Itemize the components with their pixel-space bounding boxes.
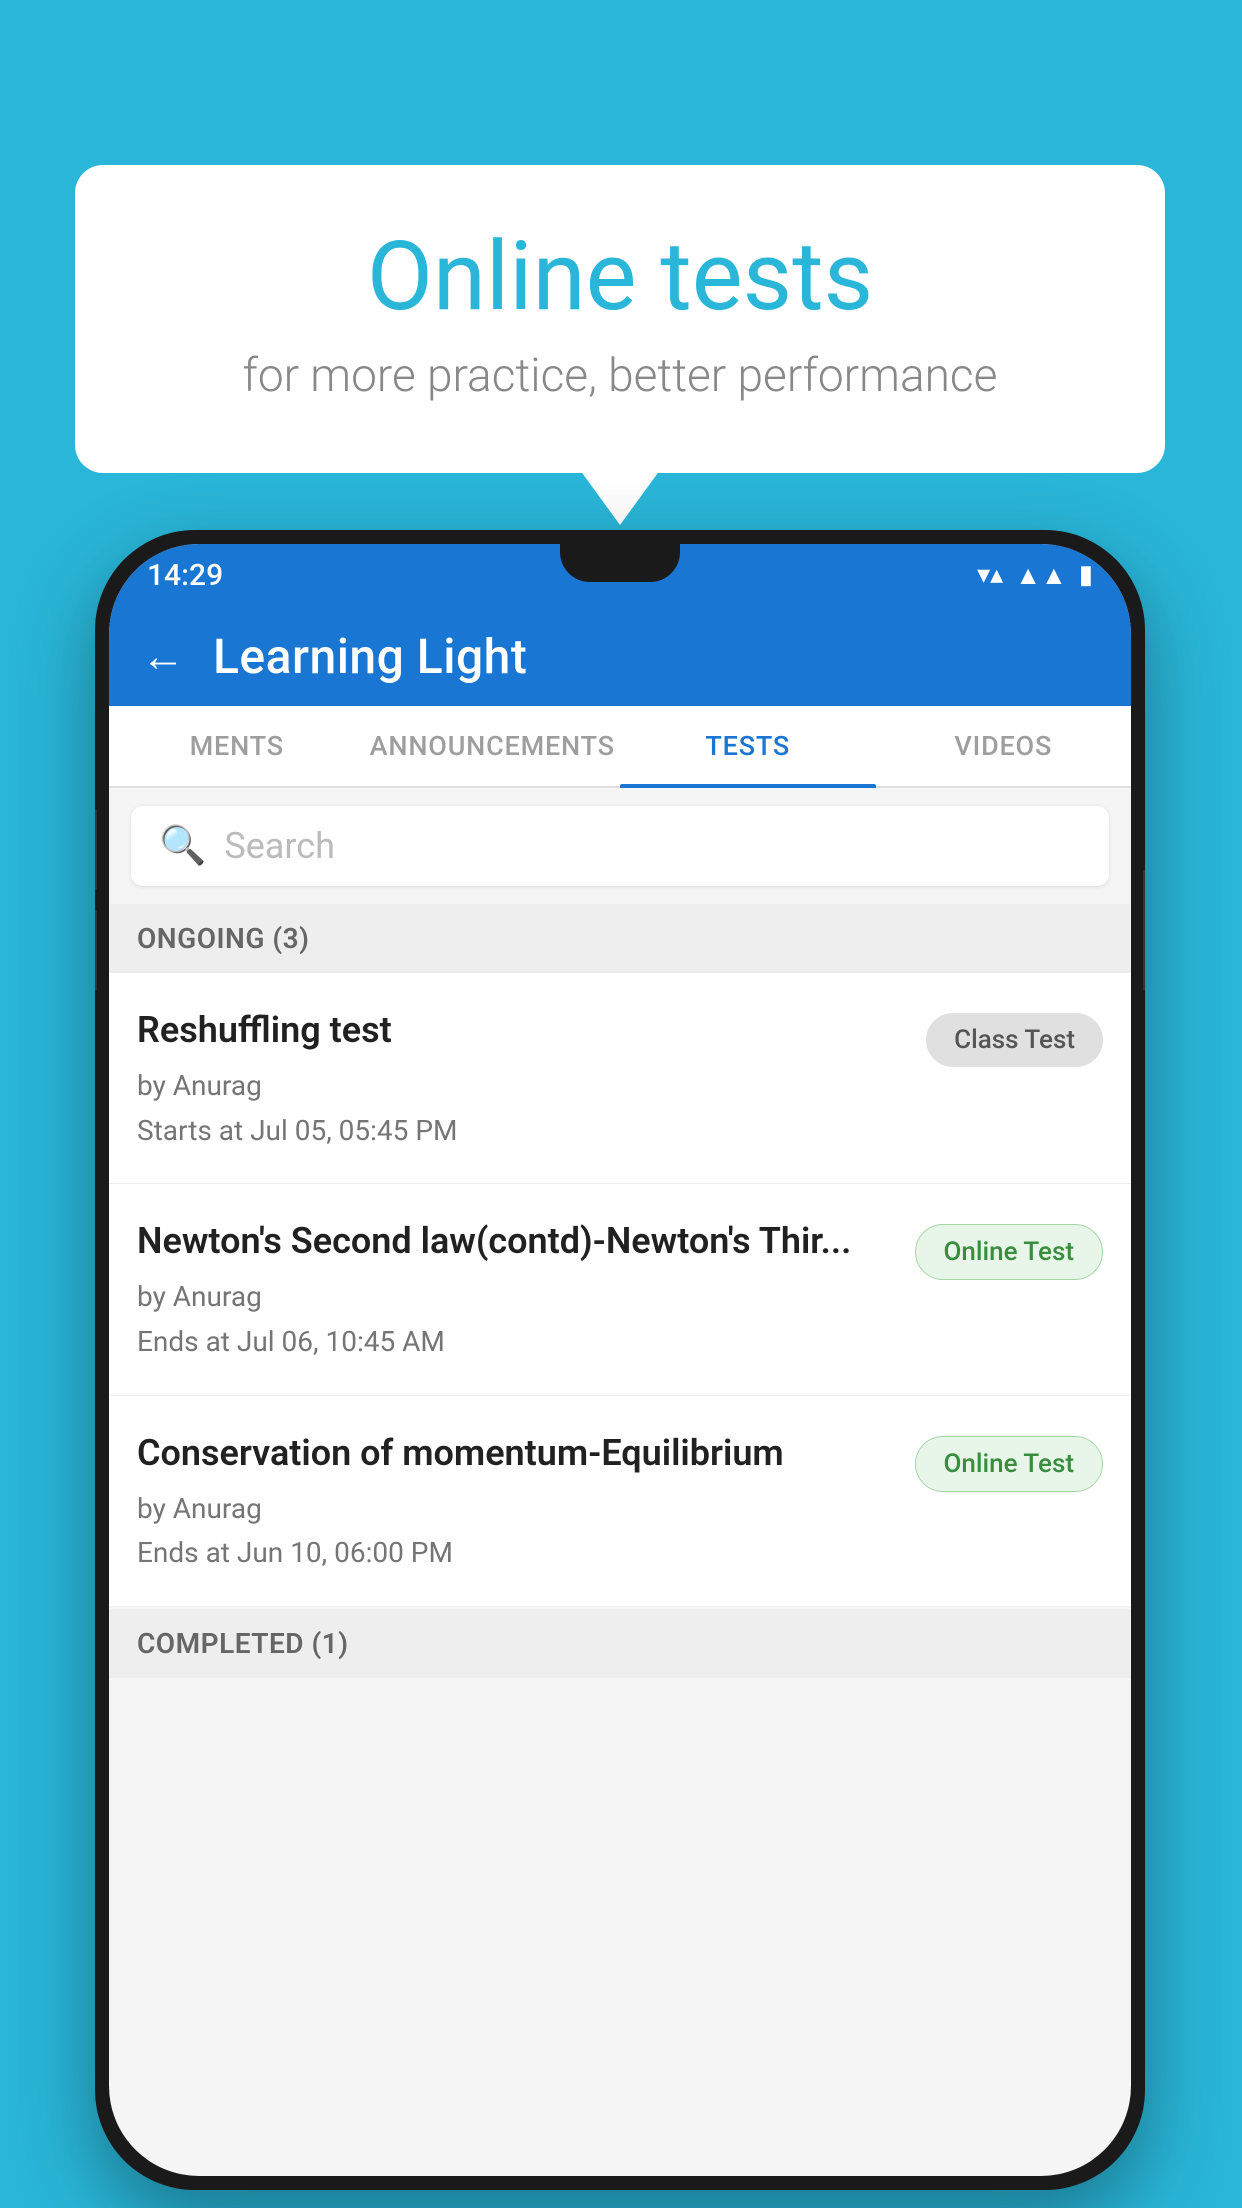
- test-by: by Anurag: [137, 1064, 908, 1109]
- tab-videos[interactable]: VIDEOS: [876, 706, 1132, 786]
- test-date: Ends at Jun 10, 06:00 PM: [137, 1531, 897, 1576]
- tab-ments[interactable]: MENTS: [109, 706, 365, 786]
- tab-tests[interactable]: TESTS: [620, 706, 876, 786]
- tab-announcements[interactable]: ANNOUNCEMENTS: [365, 706, 621, 786]
- tests-list: Reshuffling test by Anurag Starts at Jul…: [109, 973, 1131, 1607]
- search-container: 🔍 Search: [109, 788, 1131, 904]
- app-bar: ← Learning Light: [109, 606, 1131, 706]
- test-by: by Anurag: [137, 1275, 897, 1320]
- search-input[interactable]: Search: [224, 825, 335, 867]
- test-badge-class: Class Test: [926, 1013, 1103, 1067]
- test-badge-online: Online Test: [915, 1224, 1104, 1280]
- test-date: Starts at Jul 05, 05:45 PM: [137, 1109, 908, 1154]
- notch: [560, 544, 680, 582]
- back-button[interactable]: ←: [141, 630, 185, 682]
- test-badge-online-2: Online Test: [915, 1436, 1104, 1492]
- search-bar[interactable]: 🔍 Search: [131, 806, 1109, 886]
- promo-subtitle: for more practice, better performance: [155, 349, 1085, 403]
- test-info: Reshuffling test by Anurag Starts at Jul…: [137, 1007, 908, 1153]
- test-item[interactable]: Conservation of momentum-Equilibrium by …: [109, 1396, 1131, 1607]
- search-icon: 🔍: [159, 824, 206, 868]
- test-info: Newton's Second law(contd)-Newton's Thir…: [137, 1218, 897, 1364]
- phone-screen: 14:29 ▾▴ ▲▲ ▮ ← Learning Light MENTS ANN…: [109, 544, 1131, 2176]
- test-item[interactable]: Newton's Second law(contd)-Newton's Thir…: [109, 1184, 1131, 1395]
- power-button: [1143, 870, 1145, 990]
- app-title: Learning Light: [213, 628, 527, 685]
- test-date: Ends at Jul 06, 10:45 AM: [137, 1320, 897, 1365]
- test-by: by Anurag: [137, 1487, 897, 1532]
- signal-icon: ▲▲: [1015, 560, 1066, 591]
- completed-section-header: COMPLETED (1): [109, 1609, 1131, 1678]
- ongoing-section-header: ONGOING (3): [109, 904, 1131, 973]
- test-title: Conservation of momentum-Equilibrium: [137, 1430, 897, 1477]
- status-bar: 14:29 ▾▴ ▲▲ ▮: [109, 544, 1131, 606]
- volume-up-button: [95, 810, 97, 890]
- test-item[interactable]: Reshuffling test by Anurag Starts at Jul…: [109, 973, 1131, 1184]
- status-icons: ▾▴ ▲▲ ▮: [977, 560, 1093, 591]
- promo-title: Online tests: [155, 225, 1085, 331]
- test-info: Conservation of momentum-Equilibrium by …: [137, 1430, 897, 1576]
- test-title: Reshuffling test: [137, 1007, 908, 1054]
- battery-icon: ▮: [1079, 560, 1093, 590]
- wifi-icon: ▾▴: [977, 560, 1003, 590]
- volume-down-button: [95, 910, 97, 990]
- test-title: Newton's Second law(contd)-Newton's Thir…: [137, 1218, 897, 1265]
- phone-frame: 14:29 ▾▴ ▲▲ ▮ ← Learning Light MENTS ANN…: [95, 530, 1145, 2190]
- promo-card: Online tests for more practice, better p…: [75, 165, 1165, 473]
- status-time: 14:29: [147, 558, 223, 593]
- tab-bar: MENTS ANNOUNCEMENTS TESTS VIDEOS: [109, 706, 1131, 788]
